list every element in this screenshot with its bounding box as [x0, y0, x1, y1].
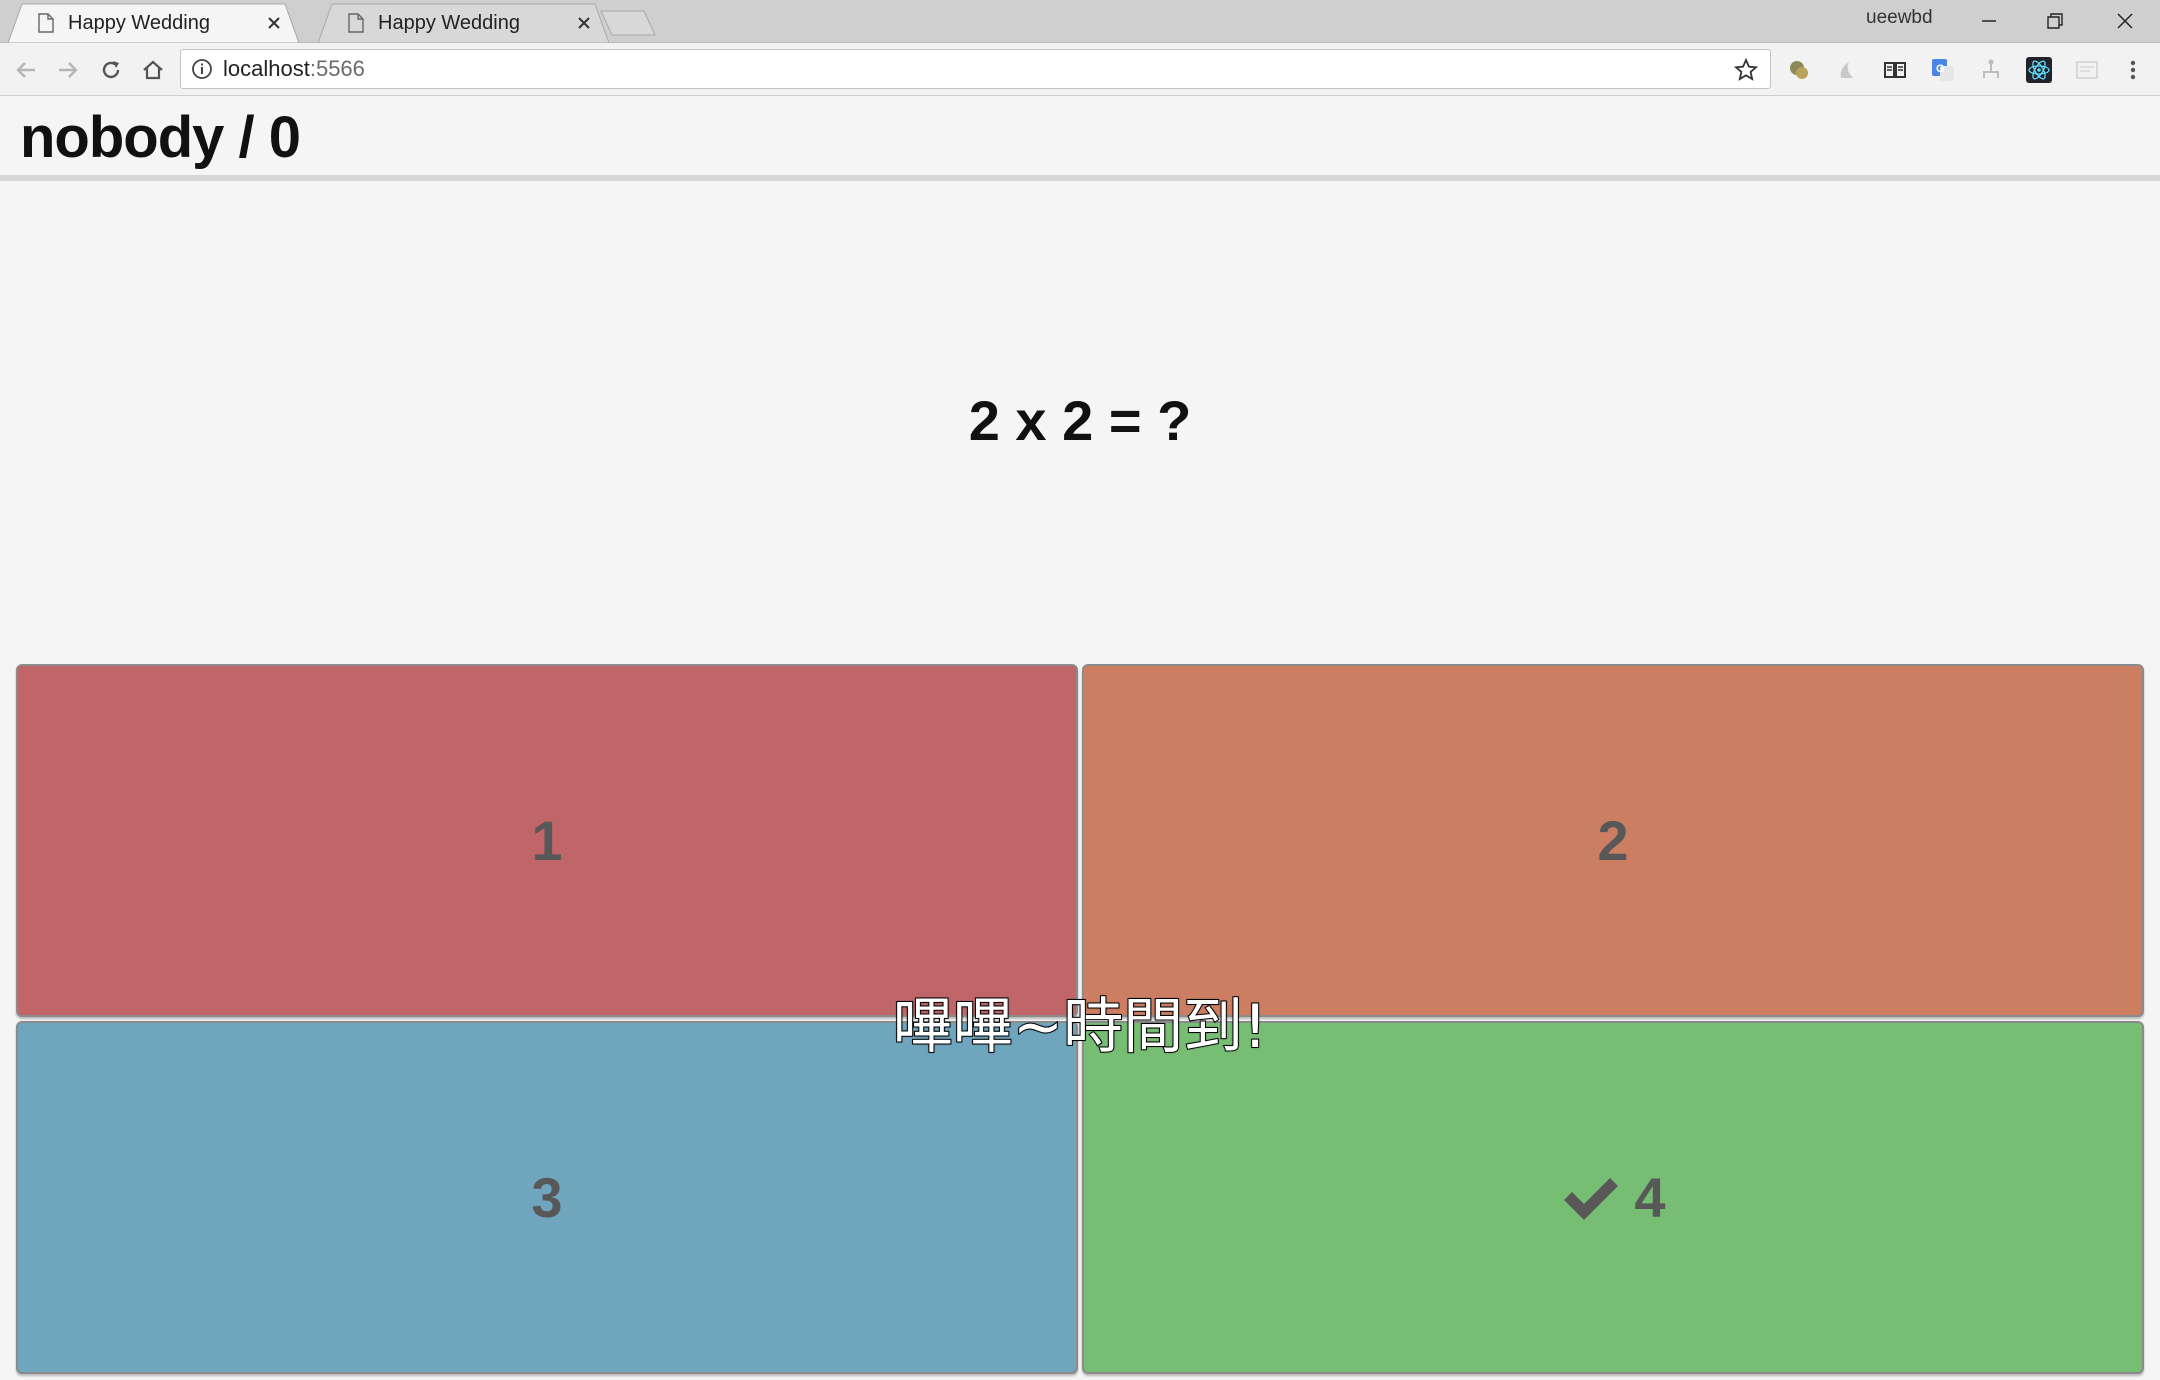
ext-icon-5[interactable] [1978, 57, 2004, 83]
browser-toolbar: localhost:5566 G [0, 43, 2160, 96]
address-bar[interactable]: localhost:5566 [180, 49, 1771, 89]
minimize-icon[interactable] [1956, 0, 2022, 42]
time-up-message: 嗶嗶~時間到! [892, 991, 1268, 1063]
url-text: localhost:5566 [223, 56, 365, 82]
answer-label: 3 [531, 1166, 563, 1229]
page-icon [348, 13, 364, 33]
question-text: 2 x 2 = ? [968, 389, 1192, 452]
tab-close-icon[interactable] [573, 12, 595, 34]
tab-close-icon[interactable] [263, 12, 285, 34]
close-window-icon[interactable] [2092, 0, 2158, 42]
translate-icon[interactable]: G [1930, 57, 1956, 83]
reader-icon[interactable] [1882, 57, 1908, 83]
tab-title: Happy Wedding [68, 11, 210, 34]
url-host: localhost [223, 56, 310, 81]
player-header: nobody / 0 [0, 96, 2160, 181]
chrome-menu-icon[interactable] [2120, 57, 2146, 83]
url-port: :5566 [309, 56, 365, 81]
back-icon[interactable] [10, 54, 42, 86]
site-info-icon[interactable] [191, 58, 213, 80]
answer-button-2[interactable]: 2 [1082, 664, 2144, 1017]
ext-icon-7[interactable] [2074, 57, 2100, 83]
answer-button-1[interactable]: 1 [16, 664, 1078, 1017]
tab-strip: Happy Wedding Happy Wedding ueewbd [0, 0, 2160, 44]
profile-name[interactable]: ueewbd [1866, 7, 1933, 29]
restore-icon[interactable] [2022, 0, 2088, 42]
svg-text:G: G [1936, 63, 1945, 75]
reload-icon[interactable] [95, 54, 127, 86]
tab-happy-wedding-active[interactable]: Happy Wedding [7, 3, 300, 44]
answer-label: 4 [1634, 1166, 1666, 1229]
answer-label: 1 [531, 809, 563, 872]
bookmark-star-icon[interactable] [1734, 58, 1758, 82]
answer-button-4[interactable]: 4 [1082, 1021, 2144, 1374]
player-score: nobody / 0 [20, 105, 301, 170]
forward-icon[interactable] [52, 54, 84, 86]
page-icon [38, 13, 54, 33]
tab-happy-wedding[interactable]: Happy Wedding [317, 3, 610, 44]
check-icon [1564, 1177, 1619, 1220]
ext-icon-2[interactable] [1834, 57, 1860, 83]
ext-icon-1[interactable] [1786, 57, 1812, 83]
answer-label: 2 [1597, 809, 1629, 872]
new-tab-button[interactable] [600, 10, 656, 36]
home-icon[interactable] [137, 54, 169, 86]
answer-button-3[interactable]: 3 [16, 1021, 1078, 1374]
react-devtools-icon[interactable] [2026, 57, 2052, 83]
tab-title: Happy Wedding [378, 11, 520, 34]
